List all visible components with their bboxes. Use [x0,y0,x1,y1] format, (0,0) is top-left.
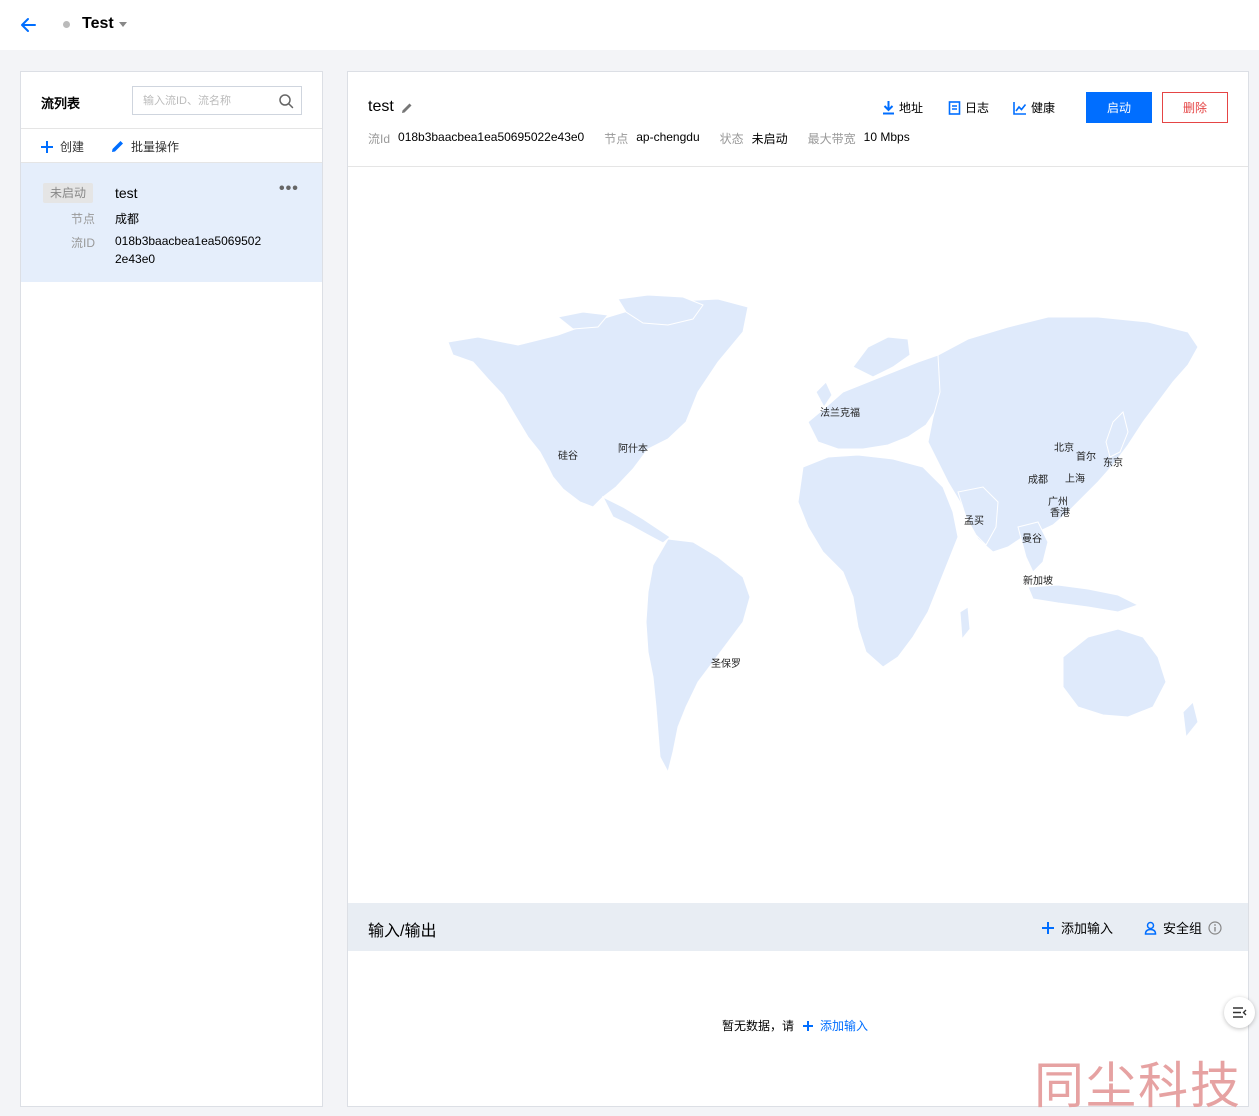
edit-icon[interactable] [401,101,414,114]
status-dot [63,21,70,28]
city-label-shanghai: 上海 [1065,474,1085,485]
city-label-bangkok: 曼谷 [1022,534,1042,545]
add-input-label: 添加输入 [1061,921,1114,936]
delete-button[interactable]: 删除 [1162,92,1228,123]
city-label-seoul: 首尔 [1076,452,1096,463]
collapse-menu-icon [1233,1007,1247,1018]
north-america-shape [447,298,749,508]
pencil-icon [112,141,123,152]
back-arrow-icon[interactable] [17,14,39,36]
madagascar-shape [959,606,971,641]
search-icon[interactable] [278,93,294,109]
meta-status-label: 状态 [719,132,744,146]
create-label: 创建 [60,140,85,154]
io-section-header: 输入/输出 添加输入 安全组 [348,903,1248,951]
watermark: 同尘科技 [1034,1058,1242,1114]
indonesia-shape [1027,584,1140,613]
flow-meta: 流Id 018b3baacbea1ea50695022e43e0 节点 ap-c… [368,130,930,147]
flow-list-title: 流列表 [41,96,81,111]
africa-shape [797,454,959,668]
plus-icon [1042,921,1054,934]
world-map: 法兰克福 硅谷 阿什本 北京 首尔 东京 成都 上海 广州 香港 孟买 曼谷 新… [348,167,1248,903]
status-badge: 未启动 [43,183,94,203]
security-group-label: 安全组 [1163,921,1203,936]
log-label: 日志 [965,101,990,115]
meta-flowid-label: 流Id [368,132,391,146]
meta-bandwidth-value: 10 Mbps [863,130,910,144]
flow-list-header: 流列表 [21,72,322,129]
node-value: 成都 [115,212,140,226]
chevron-down-icon[interactable] [119,22,127,27]
empty-add-input-link[interactable]: 添加输入 [802,1017,868,1034]
flow-list-panel: 流列表 创建 批量操作 未启动 test ••• 节点 成都 流ID [20,71,323,1107]
meta-node-value: ap-chengdu [636,130,700,144]
australia-shape [1062,628,1167,718]
flow-title: test [368,98,394,115]
meta-bandwidth-label: 最大带宽 [807,132,856,146]
flow-detail-header: test 流Id 018b3baacbea1ea50695022e43e0 节点… [348,72,1248,167]
plus-icon [803,1020,814,1031]
search-box[interactable] [132,86,302,115]
city-label-hongkong: 香港 [1050,508,1070,519]
log-link[interactable]: 日志 [948,99,989,116]
security-group-button[interactable]: 安全组 [1144,918,1228,937]
address-link[interactable]: 地址 [882,99,923,116]
add-input-button[interactable]: 添加输入 [1041,918,1113,937]
batch-label: 批量操作 [131,140,180,154]
flow-detail-panel: test 流Id 018b3baacbea1ea50695022e43e0 节点… [347,71,1249,1107]
health-label: 健康 [1031,101,1056,115]
info-icon[interactable] [1208,920,1222,935]
line-chart-icon [1013,101,1027,115]
flow-name: test [115,185,138,201]
meta-node-label: 节点 [604,132,629,146]
user-icon [1144,921,1157,935]
search-input[interactable] [133,87,271,114]
central-america-shape [601,495,671,544]
city-label-beijing: 北京 [1054,443,1074,454]
new-zealand-shape [1182,701,1199,739]
empty-state: 暂无数据，请 添加输入 [722,1017,868,1034]
city-label-mumbai: 孟买 [964,516,984,527]
city-label-silicon-valley: 硅谷 [558,451,578,462]
city-label-frankfurt: 法兰克福 [820,408,860,419]
download-icon [883,101,894,115]
city-label-ashburn: 阿什本 [618,444,648,455]
empty-add-input-label: 添加输入 [820,1019,869,1033]
create-button[interactable]: 创建 [40,138,84,155]
flowid-label: 流ID [70,236,95,250]
flowid-value: 018b3baacbea1ea50695022e43e0 [115,234,262,266]
city-label-chengdu: 成都 [1028,475,1048,486]
more-options-icon[interactable]: ••• [279,180,299,198]
meta-status-value: 未启动 [751,132,788,146]
node-label: 节点 [70,212,95,226]
start-button[interactable]: 启动 [1086,92,1152,123]
meta-flowid-value: 018b3baacbea1ea50695022e43e0 [398,130,585,144]
floating-menu-button[interactable] [1224,997,1255,1028]
flow-list-item[interactable]: 未启动 test ••• 节点 成都 流ID 018b3baacbea1ea50… [21,163,322,282]
io-title: 输入/输出 [368,923,437,940]
health-link[interactable]: 健康 [1013,99,1055,116]
city-label-sao-paulo: 圣保罗 [711,659,741,670]
city-label-tokyo: 东京 [1103,458,1123,469]
empty-text: 暂无数据，请 [722,1019,795,1033]
city-label-singapore: 新加坡 [1023,576,1053,587]
world-map-graphic [447,294,1199,774]
batch-operation-button[interactable]: 批量操作 [110,138,179,155]
document-icon [948,100,961,115]
page-title[interactable]: Test [82,15,114,33]
flow-list-actions: 创建 批量操作 [21,129,322,163]
plus-icon [41,140,53,153]
address-label: 地址 [899,101,924,115]
top-bar: Test [0,0,1259,50]
